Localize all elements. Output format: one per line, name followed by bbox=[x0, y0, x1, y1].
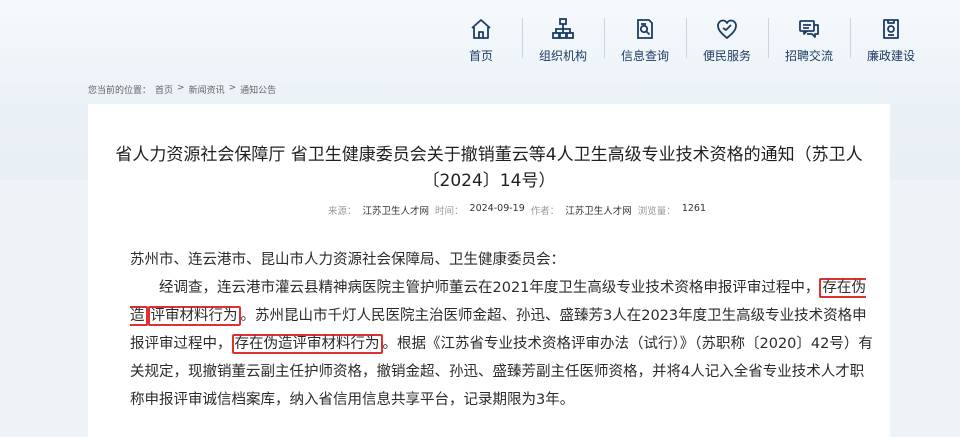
home-icon bbox=[471, 19, 491, 39]
nav-label: 廉政建设 bbox=[866, 49, 915, 63]
article-salutation: 苏州市、连云港市、昆山市人力资源社会保障局、卫生健康委员会： bbox=[130, 252, 565, 268]
top-nav: 首页 组织机构 信息查询 便民服务 招聘交流 廉政建设 bbox=[440, 0, 932, 70]
nav-label: 招聘交流 bbox=[784, 49, 833, 63]
highlight-box: 存在伪造评审材料行为 bbox=[231, 334, 383, 354]
article-paragraph: 经调查，连云港市灌云县精神病医院主管护师董云在2021年度卫生高级专业技术资格申… bbox=[130, 274, 878, 414]
document-search-icon bbox=[637, 19, 653, 39]
meta-time: 2024-09-19 bbox=[469, 203, 525, 214]
text-segment: 经调查，连云港市灌云县精神病医院主管护师董云在2021年度卫生高级专业技术资格申… bbox=[159, 280, 820, 296]
nav-label: 组织机构 bbox=[538, 49, 587, 63]
article-meta: 来源： 江苏卫生人才网 时间： 2024-09-19 作者： 江苏卫生人才网 浏… bbox=[328, 203, 706, 217]
meta-views: 1261 bbox=[681, 203, 706, 214]
article-card: 省人力资源社会保障厅 省卫生健康委员会关于撤销董云等4人卫生高级专业技术资格的通… bbox=[88, 104, 890, 437]
nav-item-integrity[interactable]: 廉政建设 bbox=[850, 0, 932, 70]
meta-author: 江苏卫生人才网 bbox=[565, 206, 632, 217]
nav-item-home[interactable]: 首页 bbox=[440, 0, 522, 70]
nav-label: 首页 bbox=[468, 49, 493, 63]
nav-item-recruit[interactable]: 招聘交流 bbox=[768, 0, 850, 70]
article-title-line1: 省人力资源社会保障厅 省卫生健康委员会关于撤销董云等4人卫生高级专业技术资格的通… bbox=[115, 145, 863, 165]
meta-time-label: 时间： bbox=[435, 206, 464, 217]
meta-source-label: 来源： bbox=[328, 206, 357, 217]
org-chart-icon bbox=[552, 18, 574, 39]
breadcrumb-prefix: 您当前的位置： bbox=[88, 86, 152, 96]
article-title: 省人力资源社会保障厅 省卫生健康委员会关于撤销董云等4人卫生高级专业技术资格的通… bbox=[88, 142, 890, 194]
meta-views-label: 浏览量： bbox=[637, 206, 676, 217]
nav-label: 信息查询 bbox=[620, 49, 669, 63]
meta-author-label: 作者： bbox=[530, 206, 560, 217]
article-title-line2: 〔2024〕14号） bbox=[422, 171, 556, 191]
nav-item-service[interactable]: 便民服务 bbox=[686, 0, 768, 70]
badge-icon bbox=[883, 19, 899, 39]
breadcrumb-link-notice[interactable]: 通知公告 bbox=[240, 83, 276, 96]
highlight-box: 评审材料行为 bbox=[147, 306, 241, 326]
nav-item-org[interactable]: 组织机构 bbox=[522, 0, 604, 70]
breadcrumb-link-news[interactable]: 新闻资讯 bbox=[189, 83, 225, 96]
meta-source: 江苏卫生人才网 bbox=[362, 206, 430, 217]
article-body: 苏州市、连云港市、昆山市人力资源社会保障局、卫生健康委员会： 经调查，连云港市灌… bbox=[130, 246, 878, 414]
chat-icon bbox=[799, 20, 819, 38]
nav-item-info[interactable]: 信息查询 bbox=[604, 0, 686, 70]
breadcrumb: 您当前的位置： 首页 > 新闻资讯 > 通知公告 bbox=[88, 83, 276, 96]
breadcrumb-separator: > bbox=[228, 83, 237, 93]
breadcrumb-separator: > bbox=[177, 83, 185, 93]
breadcrumb-link-home[interactable]: 首页 bbox=[155, 83, 173, 96]
heart-icon bbox=[717, 19, 737, 39]
nav-label: 便民服务 bbox=[702, 49, 751, 63]
